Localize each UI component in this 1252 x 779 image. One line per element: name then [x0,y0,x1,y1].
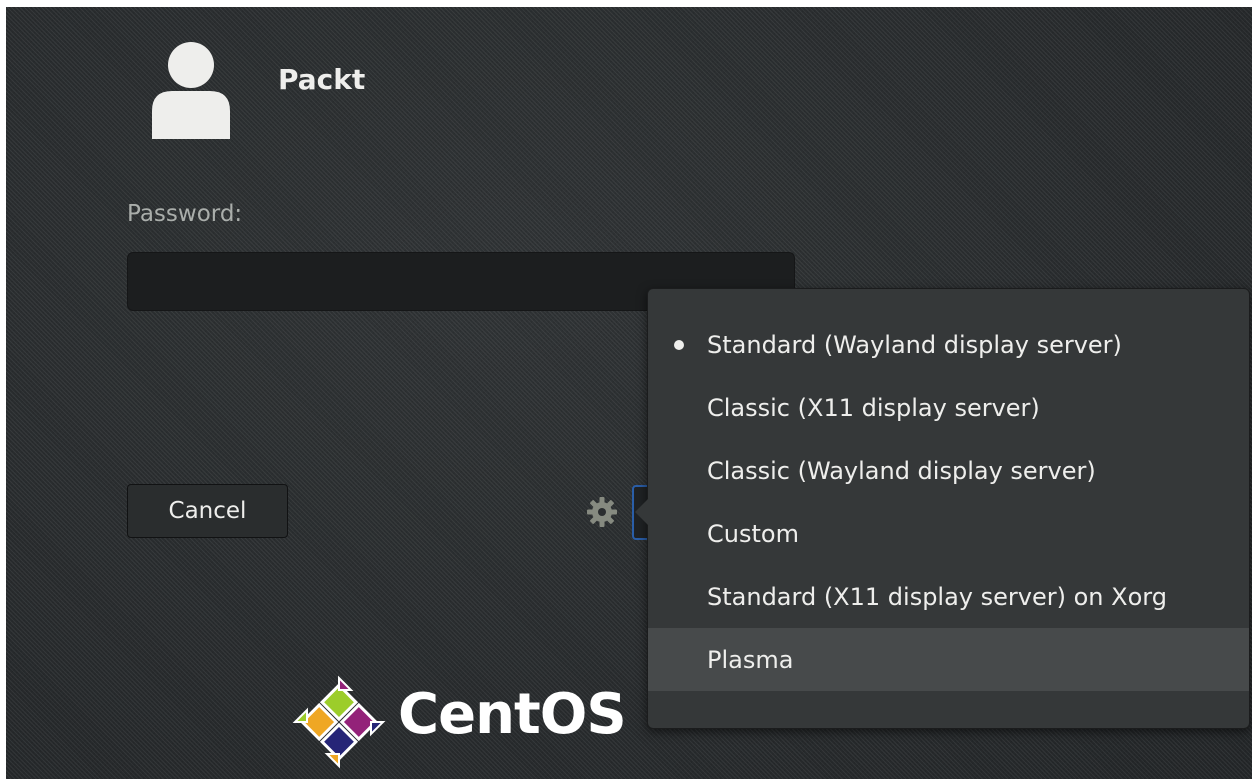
centos-logo-icon [292,675,386,769]
session-item-standard-wayland[interactable]: Standard (Wayland display server) [648,313,1249,376]
session-item-classic-wayland[interactable]: Classic (Wayland display server) [648,439,1249,502]
session-item-custom[interactable]: Custom [648,502,1249,565]
gear-icon[interactable] [586,496,618,528]
session-item-label: Standard (Wayland display server) [707,330,1122,359]
selected-bullet-icon [674,339,684,350]
login-screen: Packt Password: Cancel CentOS Standard (… [6,7,1252,779]
cancel-button-label: Cancel [168,498,247,524]
session-item-plasma[interactable]: Plasma [648,628,1249,691]
session-item-label: Standard (X11 display server) on Xorg [707,582,1167,611]
user-avatar-icon [152,42,230,139]
session-item-classic-x11[interactable]: Classic (X11 display server) [648,376,1249,439]
session-item-label: Plasma [707,645,794,674]
session-item-label: Classic (X11 display server) [707,393,1040,422]
username-label: Packt [278,63,366,96]
menu-pointer-arrow [635,498,649,526]
centos-wordmark: CentOS [398,682,627,747]
session-item-label: Custom [707,519,799,548]
password-label: Password: [127,201,243,227]
cancel-button[interactable]: Cancel [127,484,288,538]
session-item-standard-x11-xorg[interactable]: Standard (X11 display server) on Xorg [648,565,1249,628]
session-item-label: Classic (Wayland display server) [707,456,1096,485]
session-menu: Standard (Wayland display server) Classi… [635,288,1250,729]
